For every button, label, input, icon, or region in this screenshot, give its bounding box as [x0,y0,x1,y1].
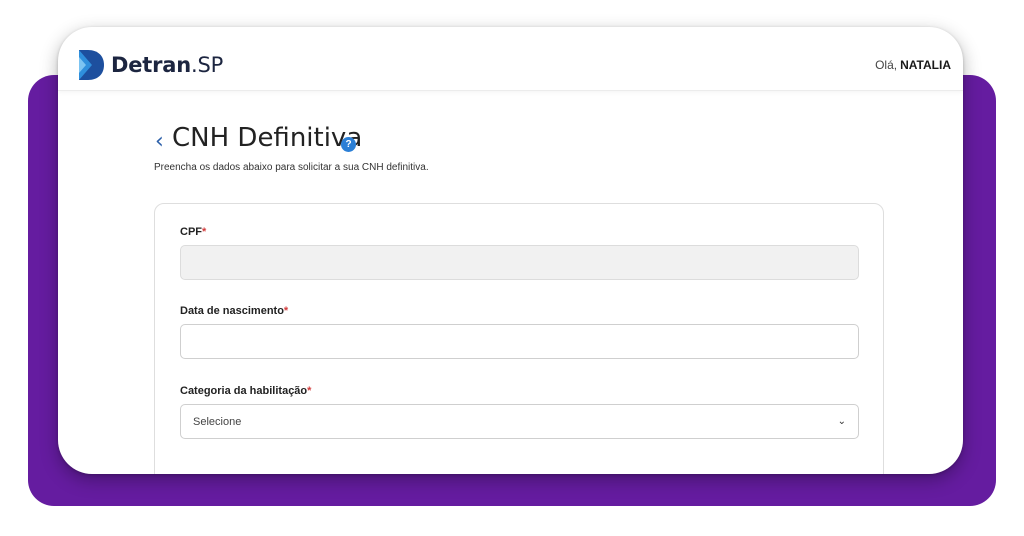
required-marker: * [307,385,312,397]
birth-date-label: Data de nascimento* [180,305,289,317]
required-marker: * [202,226,207,238]
form-card: CPF* Data de nascimento* Categoria da ha… [154,203,884,474]
detran-logo[interactable]: Detran.SP [79,50,223,80]
chevron-down-icon: ⌄ [837,416,846,427]
cpf-field[interactable] [180,245,859,280]
birth-date-field[interactable] [180,324,859,359]
greeting-prefix: Olá, [875,58,898,72]
logo-wordmark: Detran.SP [111,53,224,77]
cpf-label: CPF* [180,226,207,238]
app-window: Detran.SP Olá, NATALIA ‹ CNH Definitiva ?… [58,27,963,474]
license-category-label: Categoria da habilitação* [180,385,312,397]
page-title: CNH Definitiva [172,123,363,153]
user-greeting[interactable]: Olá, NATALIA [875,58,951,72]
detran-d-logo-icon [79,50,104,80]
required-marker: * [283,305,289,317]
select-value: Selecione [193,415,242,428]
user-name: NATALIA [900,58,951,72]
question-circle-icon[interactable]: ? [341,137,356,152]
license-category-select[interactable]: Selecione ⌄ [180,404,859,439]
page-subtitle: Preencha os dados abaixo para solicitar … [154,162,429,173]
chevron-left-icon[interactable]: ‹ [155,131,164,153]
top-navbar: Detran.SP Olá, NATALIA [58,27,963,91]
